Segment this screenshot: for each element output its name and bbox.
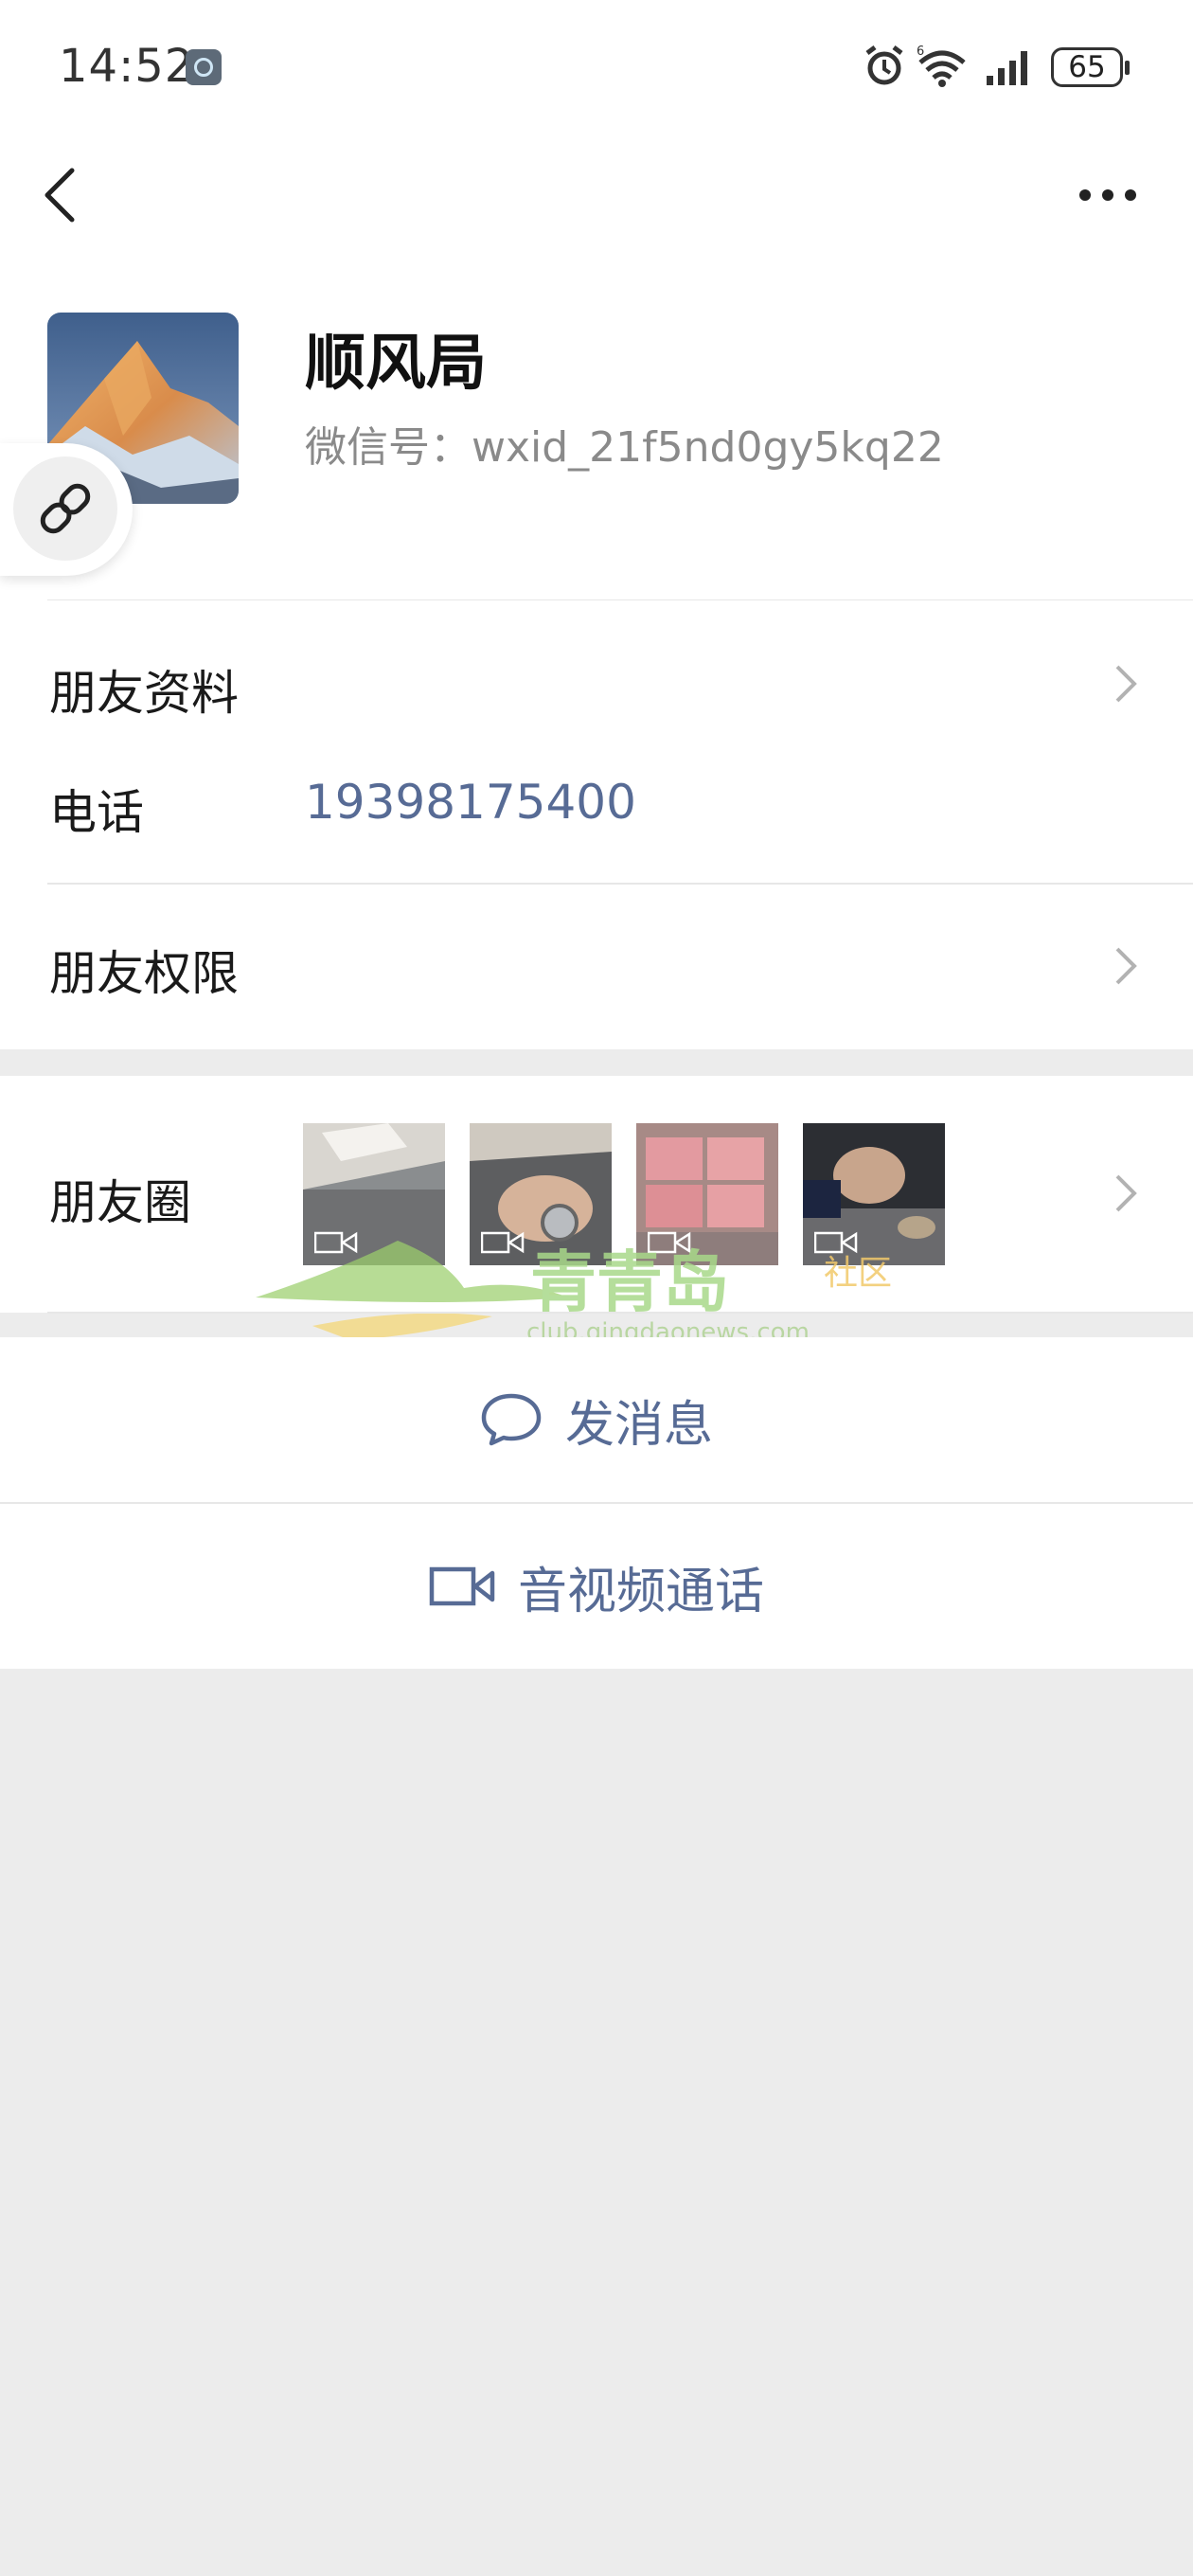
svg-text:6: 6 [917, 45, 924, 59]
send-message-label: 发消息 [564, 1396, 713, 1454]
link-badge[interactable] [0, 443, 133, 576]
svg-text:社区: 社区 [824, 1254, 892, 1293]
friend-permissions-label[interactable]: 朋友权限 [49, 936, 239, 1004]
phone-label: 电话 [49, 785, 144, 840]
wechat-id: 微信号：wxid_21f5nd0gy5kq22 [305, 423, 944, 472]
friend-info-label[interactable]: 朋友资料 [49, 655, 239, 724]
nickname: 顺风局 [305, 329, 487, 399]
video-camera-icon [429, 1566, 495, 1606]
svg-text:青青岛: 青青岛 [530, 1243, 729, 1321]
divider [47, 883, 1193, 885]
status-time: 14:52 [59, 40, 195, 93]
divider [47, 1312, 1193, 1314]
app-notification-icon [186, 49, 222, 85]
video-call-label: 音视频通话 [517, 1563, 764, 1620]
wifi-icon: 6 [917, 45, 966, 87]
phone-number-link[interactable]: 19398175400 [305, 775, 636, 830]
alarm-icon [865, 45, 903, 85]
chevron-right-icon[interactable] [1112, 661, 1140, 707]
chat-bubble-icon [481, 1393, 542, 1446]
link-icon [40, 483, 91, 534]
chevron-right-icon[interactable] [1112, 1171, 1140, 1216]
status-bar: 14:52 6 65 [0, 0, 1193, 142]
more-options-icon[interactable] [1070, 176, 1146, 214]
send-message-button[interactable]: 发消息 [0, 1337, 1193, 1502]
moments-label: 朋友圈 [49, 1175, 191, 1230]
chevron-right-icon[interactable] [1112, 943, 1140, 989]
back-arrow-icon[interactable] [34, 161, 83, 229]
video-call-button[interactable]: 音视频通话 [0, 1504, 1193, 1669]
signal-icon [987, 51, 1027, 85]
battery-indicator: 65 [1051, 47, 1130, 87]
